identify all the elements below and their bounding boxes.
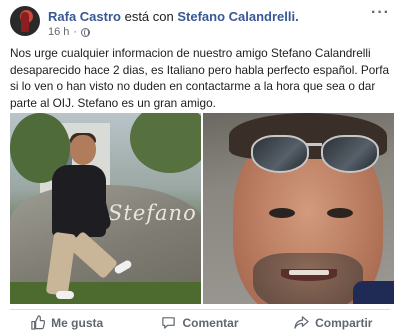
like-label: Me gusta [51,315,104,330]
eye [327,208,353,218]
share-icon [294,316,309,329]
action-bar: Me gusta Comentar Compartir [0,310,400,335]
avatar-figure [21,12,29,32]
separator-dot: · [73,26,78,38]
share-button[interactable]: Compartir [267,310,400,335]
sunglasses-bridge [306,143,322,146]
avatar[interactable] [10,6,40,36]
stone-sign-text: Stefano [108,201,197,225]
eye [269,208,295,218]
teeth [289,270,329,275]
sunglasses-lens [321,135,379,173]
facebook-post: Rafa Castro está con Stefano Calandrelli… [0,0,400,335]
timestamp[interactable]: 16 h [48,26,69,38]
post-header: Rafa Castro está con Stefano Calandrelli… [48,9,299,24]
shirt [353,281,394,304]
photo-man-at-sign[interactable]: Stefano [10,113,201,304]
share-label: Compartir [315,315,373,330]
photo-selfie[interactable] [203,113,394,304]
post-body: Nos urge cualquier informacion de nuestr… [10,46,390,110]
thumbs-up-icon [31,315,46,330]
man-head [70,135,96,165]
comment-label: Comentar [182,315,239,330]
author-name[interactable]: Rafa Castro [48,9,121,24]
tree [130,113,201,173]
tagged-friend[interactable]: Stefano Calandrelli. [177,9,298,24]
comment-icon [162,317,176,329]
globe-icon[interactable] [81,27,91,37]
grass [10,282,201,304]
ellipsis-icon[interactable]: ··· [371,4,390,22]
shoe [56,291,74,299]
comment-button[interactable]: Comentar [133,310,266,335]
like-button[interactable]: Me gusta [0,310,133,335]
connector-text: está con [124,9,174,24]
sunglasses-lens [251,135,309,173]
post-meta: 16 h · [48,26,91,38]
